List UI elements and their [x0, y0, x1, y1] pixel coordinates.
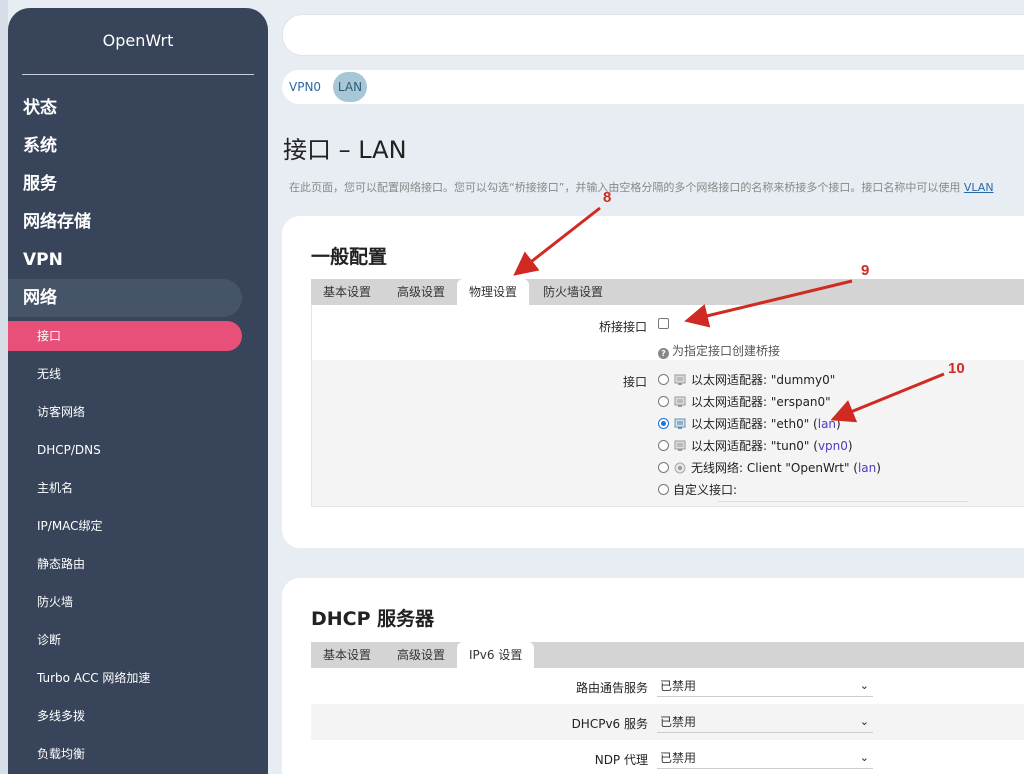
page-description: 在此页面，您可以配置网络接口。您可以勾选“桥接接口”，并输入由空格分隔的多个网络… [289, 179, 1024, 195]
ndp-label: NDP 代理 [594, 753, 648, 767]
chevron-down-icon: ⌄ [859, 679, 869, 692]
annotation-10: 10 [948, 360, 965, 377]
radio-button[interactable] [658, 484, 669, 495]
sidebar-item-load-balance[interactable]: 负载均衡 [8, 735, 268, 773]
sidebar-item-system[interactable]: 系统 [8, 127, 268, 165]
ra-row: 路由通告服务 已禁用 ⌄ [311, 668, 1024, 704]
sidebar-item-hostnames[interactable]: 主机名 [8, 469, 268, 507]
radio-button[interactable] [658, 462, 669, 473]
ethernet-icon [674, 418, 686, 429]
interface-list: 以太网适配器: "dummy0" 以太网适配器: "erspan0" 以太网适配… [658, 372, 968, 502]
bridge-row: 桥接接口 ? 为指定接口创建桥接 [311, 305, 1024, 360]
ethernet-icon [674, 440, 686, 451]
sidebar-item-dhcp-dns[interactable]: DHCP/DNS [8, 431, 268, 469]
sidebar-item-turbo-acc[interactable]: Turbo ACC 网络加速 [8, 659, 268, 697]
tab-physical[interactable]: 物理设置 [457, 279, 530, 305]
description-text: 在此页面，您可以配置网络接口。您可以勾选“桥接接口”，并输入由空格分隔的多个网络… [289, 181, 964, 194]
tab-advanced[interactable]: 高级设置 [385, 642, 457, 668]
bridge-checkbox[interactable] [658, 318, 669, 329]
ra-select[interactable]: 已禁用 ⌄ [657, 675, 873, 697]
bridge-hint: ? 为指定接口创建桥接 [658, 342, 780, 359]
custom-interface-input[interactable] [718, 501, 968, 502]
sidebar-item-guest-network[interactable]: 访客网络 [8, 393, 268, 431]
brand-logo[interactable]: OpenWrt [8, 8, 268, 74]
dhcpv6-value: 已禁用 [660, 715, 697, 729]
radio-button[interactable] [658, 440, 669, 451]
interface-option-tun0[interactable]: 以太网适配器: "tun0" (vpn0) [658, 438, 853, 454]
interface-label: 接口 [622, 375, 647, 389]
ndp-row: NDP 代理 已禁用 ⌄ [311, 740, 1024, 774]
interface-text: 以太网适配器: "erspan0" [691, 395, 831, 409]
dhcp-card: DHCP 服务器 基本设置 高级设置 IPv6 设置 路由通告服务 已禁用 ⌄ D… [282, 578, 1024, 774]
dhcpv6-row: DHCPv6 服务 已禁用 ⌄ [311, 704, 1024, 740]
section-title: DHCP 服务器 [311, 608, 435, 630]
help-icon: ? [658, 348, 669, 359]
sidebar-item-diagnostics[interactable]: 诊断 [8, 621, 268, 659]
zone-vpn0: vpn0 [817, 439, 848, 453]
tab-lan[interactable]: LAN [333, 72, 367, 102]
general-tabbar: 基本设置 高级设置 物理设置 防火墙设置 [311, 279, 1024, 305]
sidebar-item-interfaces[interactable]: 接口 [8, 321, 242, 351]
sidebar-item-nas[interactable]: 网络存储 [8, 203, 268, 241]
interface-option-dummy0[interactable]: 以太网适配器: "dummy0" [658, 372, 835, 388]
tab-advanced[interactable]: 高级设置 [385, 279, 457, 305]
sidebar-item-static-routes[interactable]: 静态路由 [8, 545, 268, 583]
sidebar-item-multiwan[interactable]: 多线多拨 [8, 697, 268, 735]
tab-ipv6[interactable]: IPv6 设置 [457, 642, 535, 668]
radio-button[interactable] [658, 374, 669, 385]
tab-firewall[interactable]: 防火墙设置 [531, 279, 615, 305]
sidebar-item-firewall[interactable]: 防火墙 [8, 583, 268, 621]
header-bar [282, 14, 1024, 56]
ra-value: 已禁用 [660, 679, 697, 693]
ethernet-icon [674, 396, 686, 407]
annotation-8: 8 [603, 189, 612, 206]
sidebar-item-ip-mac-bind[interactable]: IP/MAC绑定 [8, 507, 268, 545]
bridge-label: 桥接接口 [598, 320, 647, 334]
chevron-down-icon: ⌄ [859, 715, 869, 728]
interface-option-eth0[interactable]: 以太网适配器: "eth0" (lan) [658, 416, 841, 432]
interface-text: 自定义接口: [673, 483, 738, 497]
dhcp-options: 路由通告服务 已禁用 ⌄ DHCPv6 服务 已禁用 ⌄ NDP 代理 已禁用 ⌄ [311, 668, 1024, 774]
bridge-checkbox-wrap [658, 318, 669, 332]
radio-button[interactable] [658, 396, 669, 407]
interface-text: 以太网适配器: "tun0" [691, 439, 810, 453]
dhcp-tabbar: 基本设置 高级设置 IPv6 设置 [311, 642, 1024, 668]
section-title: 一般配置 [311, 246, 388, 268]
ndp-value: 已禁用 [660, 751, 697, 765]
sidebar-frame [0, 0, 8, 774]
dhcpv6-select[interactable]: 已禁用 ⌄ [657, 711, 873, 733]
tab-basic[interactable]: 基本设置 [311, 279, 383, 305]
tab-basic[interactable]: 基本设置 [311, 642, 383, 668]
ethernet-icon [674, 374, 686, 385]
ndp-select[interactable]: 已禁用 ⌄ [657, 747, 873, 769]
bridge-hint-text: 为指定接口创建桥接 [672, 344, 781, 358]
sidebar-item-vpn[interactable]: VPN [8, 241, 268, 279]
interface-text: 以太网适配器: "dummy0" [691, 373, 836, 387]
radio-button-selected[interactable] [658, 418, 669, 429]
interface-option-erspan0[interactable]: 以太网适配器: "erspan0" [658, 394, 831, 410]
sidebar-menu: 状态 系统 服务 网络存储 VPN 网络 接口 无线 访客网络 DHCP/DNS… [8, 75, 268, 773]
interface-option-wireless[interactable]: 无线网络: Client "OpenWrt" (lan) [658, 460, 881, 476]
vlan-link[interactable]: VLAN [964, 181, 994, 194]
interface-tabs: VPN0 LAN [282, 70, 1024, 104]
interface-row: 接口 以太网适配器: "dummy0" 以太网适配器: "erspan0" 以太… [311, 360, 1024, 507]
zone-lan: lan [857, 461, 877, 475]
interface-text: 无线网络: Client "OpenWrt" [691, 461, 850, 475]
sidebar-item-services[interactable]: 服务 [8, 165, 268, 203]
zone-lan: lan [817, 417, 837, 431]
sidebar-item-wireless[interactable]: 无线 [8, 355, 268, 393]
tab-vpn0[interactable]: VPN0 [285, 72, 325, 102]
sidebar-item-network[interactable]: 网络 [8, 279, 242, 317]
ra-label: 路由通告服务 [575, 681, 648, 695]
chevron-down-icon: ⌄ [859, 751, 869, 764]
sidebar: OpenWrt 状态 系统 服务 网络存储 VPN 网络 接口 无线 访客网络 … [8, 8, 268, 774]
wifi-icon [674, 462, 686, 474]
interface-text: 以太网适配器: "eth0" [691, 417, 810, 431]
page-title: 接口 – LAN [283, 136, 407, 164]
annotation-9: 9 [861, 262, 870, 279]
general-config-card: 一般配置 基本设置 高级设置 物理设置 防火墙设置 桥接接口 ? 为指定接口创建桥… [282, 216, 1024, 548]
dhcpv6-label: DHCPv6 服务 [571, 717, 648, 731]
sidebar-item-status[interactable]: 状态 [8, 89, 268, 127]
interface-option-custom[interactable]: 自定义接口: [658, 482, 737, 498]
